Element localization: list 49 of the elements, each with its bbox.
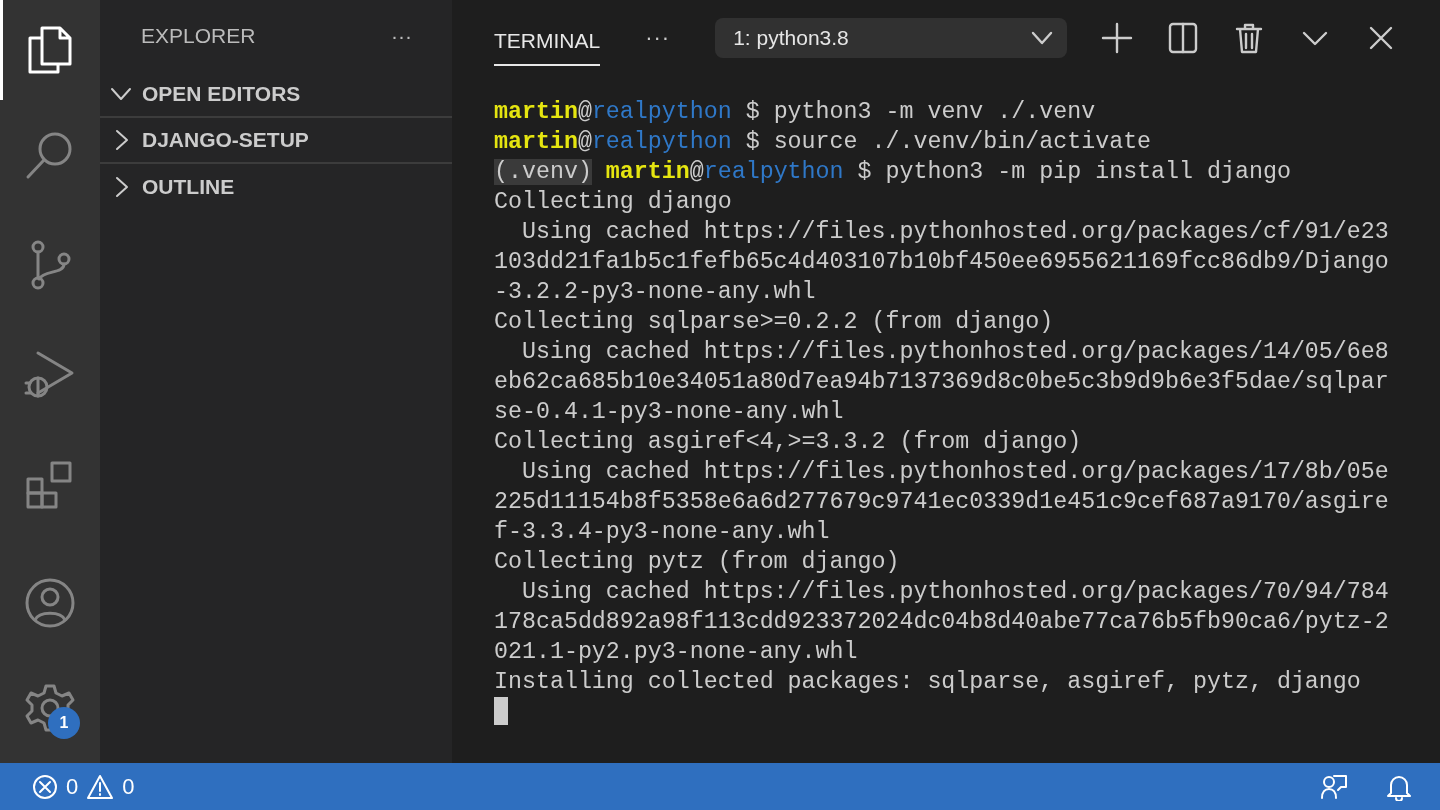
chevron-down-icon: [110, 87, 132, 101]
sidebar-title: EXPLORER: [141, 23, 256, 50]
terminal-output-line: -3.2.2-py3-none-any.whl: [494, 278, 817, 307]
prompt-user: martin: [605, 159, 690, 185]
more-actions-button[interactable]: ···: [645, 21, 671, 54]
warning-icon: [86, 773, 115, 800]
error-count[interactable]: 0: [66, 770, 79, 803]
section-header[interactable]: OUTLINE: [100, 164, 452, 210]
terminal-output-line: Using cached https://files.pythonhosted.org/packages/cf/91/e23: [520, 218, 1390, 247]
panel-tab[interactable]: TERMINAL: [494, 14, 601, 67]
chevron-down-icon: [1031, 30, 1054, 45]
terminal-command: $ source ./.venv/bin/activate: [744, 129, 1152, 155]
notification-badge: 1: [48, 707, 80, 739]
prompt-at: @: [577, 99, 592, 125]
terminal-output-line: 178ca5dd892a98f113cdd923372024dc04b8d40abe77ca76b5fb90ca6/pytz-2: [494, 608, 1390, 637]
terminal-output-line: Installing collected packages: sqlparse, asgiref, pytz, django: [494, 668, 1362, 697]
plus-icon[interactable]: [1101, 21, 1134, 54]
terminal-output-line: Collecting sqlparse>=0.2.2 (from django): [494, 308, 1055, 337]
prompt-host: realpython: [591, 99, 732, 125]
terminal-output-line: Using cached https://files.pythonhosted.org/packages/17/8b/05e: [520, 458, 1390, 487]
terminal-cursor: [494, 697, 508, 725]
terminal-select[interactable]: 1: python3.8: [715, 17, 1068, 58]
terminal-output-line: 225d11154b8f5358e6a6d277679c9741ec0339d1e451c9cef687a9170/asgire: [494, 488, 1390, 517]
terminal-output-line: Using cached https://files.pythonhosted.org/packages/14/05/6e8: [520, 338, 1390, 367]
prompt-host: realpython: [591, 129, 732, 155]
prompt-user: martin: [494, 129, 578, 155]
prompt-user: martin: [494, 99, 578, 125]
terminal-command: $ python3 -m pip install django: [856, 159, 1291, 185]
terminal-output-line: Collecting pytz (from django): [494, 548, 901, 577]
terminal-command: $ python3 -m venv ./.venv: [744, 99, 1096, 125]
terminal-output-line: 103dd21fa1b5c1fefb65c4d403107b10bf450ee6955621169fcc86db9/Django: [494, 248, 1390, 277]
terminal-output-line: eb62ca685b10e34051a80d7ea94b7137369d8c0be5c3b9d9b6e3f5dae/sqlpar: [494, 368, 1390, 397]
terminal-output-line: se-0.4.1-py3-none-any.whl: [494, 398, 845, 427]
prompt-at: @: [577, 129, 592, 155]
more-actions-button[interactable]: ···: [391, 20, 412, 52]
prompt-at: @: [689, 159, 704, 185]
terminal-output-line: Collecting django: [494, 188, 733, 217]
terminal-output-line: f-3.3.4-py3-none-any.whl: [494, 518, 831, 547]
terminal-output-line: Collecting asgiref<4,>=3.3.2 (from django): [494, 428, 1083, 457]
account-icon[interactable]: [24, 577, 76, 629]
feedback-icon[interactable]: [1320, 772, 1348, 801]
terminal-output-line: Using cached https://files.pythonhosted.org/packages/70/94/784: [520, 578, 1390, 607]
warning-count[interactable]: 0: [122, 770, 135, 803]
files-icon[interactable]: [26, 24, 74, 76]
venv-prefix: (.venv): [494, 159, 592, 185]
prompt-host: realpython: [703, 159, 844, 185]
error-icon: [32, 773, 58, 800]
terminal-output-line: 021.1-py2.py3-none-any.whl: [494, 638, 859, 667]
split-icon[interactable]: [1167, 21, 1200, 54]
